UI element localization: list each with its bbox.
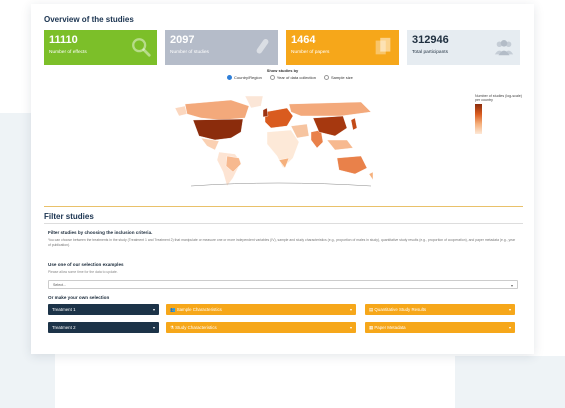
sample-characteristics-button[interactable]: 👥 Sample Characteristics ▾ <box>166 304 356 315</box>
button-label: Study Characteristics <box>175 325 217 330</box>
show-by-radio-group: Country/Region Year of data collection S… <box>227 75 353 80</box>
examples-note: Please allow some time for the data to u… <box>48 270 118 274</box>
show-by-label: Show studies by <box>266 68 299 73</box>
map-region-australia <box>336 155 368 175</box>
background-panel-right <box>455 356 565 408</box>
map-region-usa <box>192 118 244 141</box>
stat-card-studies: 2097 Number of studies <box>165 30 278 65</box>
map-region-uk <box>262 107 269 118</box>
select-placeholder: Select... <box>53 283 66 287</box>
legend-title: Number of studies (log-scale) per countr… <box>475 94 522 103</box>
study-characteristics-button[interactable]: ⚗ Study Characteristics ▾ <box>166 322 356 333</box>
caret-down-icon: ▾ <box>508 307 511 312</box>
filter-subtitle: Filter studies by choosing the inclusion… <box>48 230 153 235</box>
radio-country[interactable]: Country/Region <box>227 75 262 80</box>
paper-metadata-button[interactable]: ▦ Paper Metadata ▾ <box>365 322 515 333</box>
test-tube-icon <box>256 38 269 54</box>
radio-year[interactable]: Year of data collection <box>269 75 317 80</box>
users-icon <box>494 40 514 56</box>
users-icon: 👥 <box>170 307 177 312</box>
map-region-russia <box>288 101 372 117</box>
map-region-canada <box>184 99 250 121</box>
overview-title: Overview of the studies <box>44 15 134 24</box>
button-label: Treatment 2 <box>52 325 76 330</box>
chevron-down-icon: ▾ <box>510 282 513 288</box>
own-selection-title: Or make your own selection <box>48 295 110 300</box>
caret-down-icon: ▾ <box>508 325 511 330</box>
stat-card-papers: 1464 Number of papers <box>286 30 399 65</box>
map-legend: Number of studies (log-scale) per countr… <box>475 94 525 135</box>
filter-separator <box>44 223 523 224</box>
map-region-japan <box>350 117 358 131</box>
radio-sample-size[interactable]: Sample size <box>324 75 353 80</box>
filter-title: Filter studies <box>44 212 94 221</box>
dashboard-card: Overview of the studies 11110 Number of … <box>31 4 534 354</box>
map-region-new-zealand <box>368 171 374 181</box>
radio-dot[interactable] <box>269 75 275 80</box>
search-icon <box>132 38 151 57</box>
treatment-1-button[interactable]: Treatment 1 ▾ <box>48 304 159 315</box>
map-region-southeast-asia <box>326 139 354 151</box>
map-region-antarctica <box>190 182 372 187</box>
examples-title: Use one of our selection examples <box>48 262 124 267</box>
radio-dot[interactable] <box>324 75 330 80</box>
filter-description: You can choose between the treatments in… <box>48 238 516 247</box>
caret-down-icon: ▾ <box>152 307 155 312</box>
caret-down-icon: ▾ <box>152 325 155 330</box>
button-label: Quantitative Study Results <box>374 307 427 312</box>
radio-label: Year of data collection <box>276 75 317 80</box>
map-region-europe <box>264 107 294 129</box>
legend-color-bar <box>475 104 482 135</box>
button-label: Paper Metadata <box>374 325 406 330</box>
button-label: Treatment 1 <box>52 307 76 312</box>
caret-down-icon: ▾ <box>349 307 352 312</box>
radio-label: Country/Region <box>234 75 262 80</box>
documents-icon <box>375 37 391 55</box>
stat-card-effects: 11110 Number of effects <box>44 30 157 65</box>
radio-label: Sample size <box>331 75 353 80</box>
stat-card-participants: 312946 Total participants <box>407 30 520 65</box>
radio-dot[interactable] <box>227 75 232 80</box>
caret-down-icon: ▾ <box>349 325 352 330</box>
button-label: Sample Characteristics <box>176 307 222 312</box>
quantitative-results-button[interactable]: ▤ Quantitative Study Results ▾ <box>365 304 515 315</box>
treatment-2-button[interactable]: Treatment 2 ▾ <box>48 322 159 333</box>
map-region-alaska <box>174 105 188 117</box>
examples-select[interactable]: Select... ▾ <box>48 280 518 289</box>
world-choropleth-map[interactable] <box>171 96 381 188</box>
section-divider <box>44 206 523 207</box>
